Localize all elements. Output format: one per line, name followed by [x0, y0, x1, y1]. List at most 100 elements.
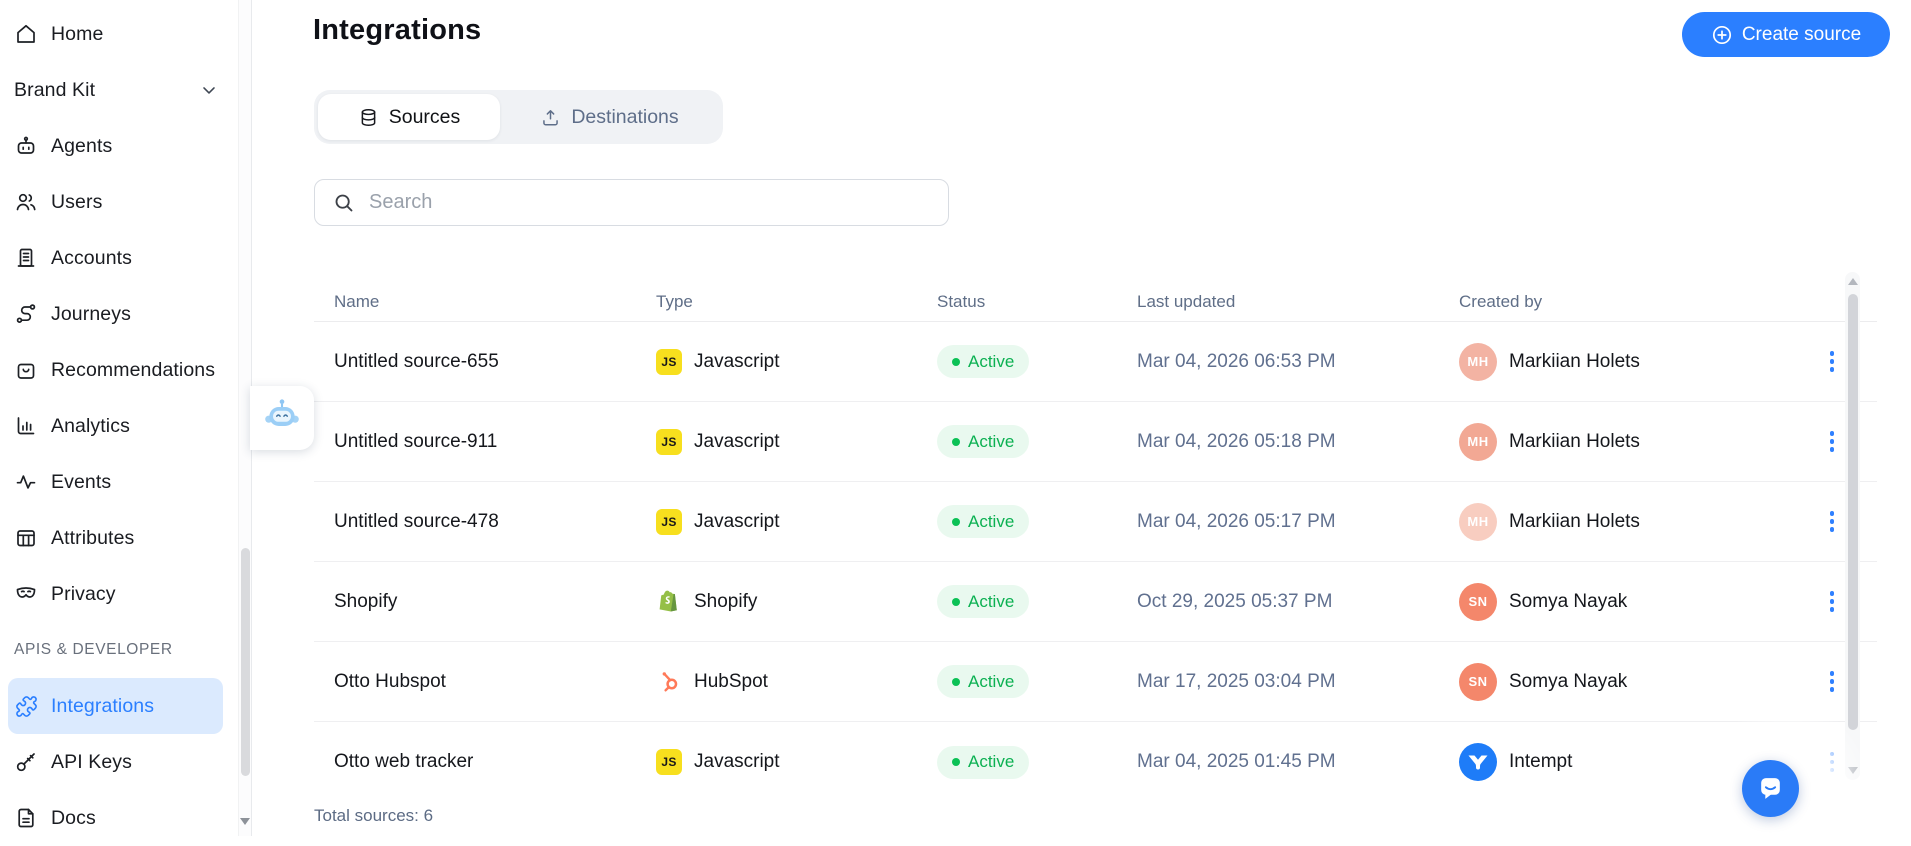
search-box: [314, 179, 949, 226]
sidebar-item-events[interactable]: Events: [8, 454, 223, 510]
assistant-widget-tab[interactable]: [250, 386, 314, 450]
status-badge: Active: [937, 505, 1030, 538]
source-type-label: Shopify: [694, 590, 758, 612]
sidebar-item-journeys[interactable]: Journeys: [8, 286, 223, 342]
table-row[interactable]: Shopify Shopify Active Oct 29, 2025 05:3…: [314, 562, 1877, 642]
column-header-type: Type: [656, 292, 693, 311]
source-type-label: Javascript: [694, 430, 780, 452]
hubspot-icon: [656, 670, 682, 694]
javascript-icon: JS: [656, 348, 682, 375]
sidebar-item-accounts[interactable]: Accounts: [8, 230, 223, 286]
search-input[interactable]: [369, 191, 948, 214]
status-badge: Active: [937, 745, 1030, 779]
sources-destinations-tabs: Sources Destinations: [314, 90, 723, 144]
row-menu-button[interactable]: [1824, 425, 1841, 458]
bar-chart-icon: [14, 414, 38, 438]
chat-launcher-button[interactable]: [1742, 760, 1799, 817]
sidebar-item-api-keys[interactable]: API Keys: [8, 734, 223, 790]
status-badge: Active: [937, 585, 1030, 618]
source-type-label: Javascript: [694, 751, 780, 772]
sidebar-item-label: Brand Kit: [14, 78, 96, 101]
last-updated: Mar 04, 2026 05:18 PM: [1137, 430, 1336, 452]
row-menu-button[interactable]: [1824, 585, 1841, 618]
status-dot-icon: [952, 758, 960, 766]
table-row[interactable]: Untitled source-911 JS Javascript Active…: [314, 402, 1877, 482]
source-name: Untitled source-478: [334, 510, 499, 532]
plus-circle-icon: [1711, 24, 1733, 46]
mask-icon: [14, 582, 38, 606]
created-by-name: Markiian Holets: [1509, 430, 1640, 452]
last-updated: Mar 04, 2025 01:45 PM: [1137, 751, 1336, 772]
created-by-name: Somya Nayak: [1509, 670, 1628, 692]
activity-icon: [14, 470, 38, 494]
sidebar-item-label: Attributes: [51, 526, 135, 549]
sidebar-scrollbar-thumb[interactable]: [241, 548, 250, 776]
sidebar-item-home[interactable]: Home: [8, 6, 223, 62]
search-icon: [333, 192, 355, 214]
sidebar-item-label: Privacy: [51, 582, 116, 605]
sidebar-item-attributes[interactable]: Attributes: [8, 510, 223, 566]
sidebar-item-privacy[interactable]: Privacy: [8, 566, 223, 622]
table-row[interactable]: Untitled source-655 JS Javascript Active…: [314, 322, 1877, 402]
source-name: Otto web tracker: [334, 751, 474, 772]
table-row[interactable]: Otto web tracker JS Javascript Active Ma…: [314, 722, 1877, 802]
integrations-page: { "app": { "accent_color": "#2B7FFF" }, …: [0, 0, 1911, 836]
sidebar-item-docs[interactable]: Docs: [8, 790, 223, 846]
content-scrollbar-thumb[interactable]: [1847, 294, 1858, 730]
chevron-down-icon: [199, 80, 219, 100]
sidebar-item-agents[interactable]: Agents: [8, 118, 223, 174]
sidebar-item-label: Journeys: [51, 302, 131, 325]
create-source-button[interactable]: Create source: [1682, 12, 1890, 57]
status-dot-icon: [952, 437, 960, 446]
avatar: SN: [1459, 582, 1497, 621]
total-sources-count: Total sources: 6: [314, 806, 434, 825]
tab-destinations[interactable]: Destinations: [500, 94, 719, 140]
robot-icon: [14, 134, 38, 158]
row-menu-button[interactable]: [1824, 665, 1841, 698]
status-dot-icon: [952, 517, 960, 526]
sidebar-item-recommendations[interactable]: Recommendations: [8, 342, 223, 398]
sidebar-item-integrations[interactable]: Integrations: [8, 678, 223, 734]
sidebar-item-label: Integrations: [51, 694, 155, 717]
table-row[interactable]: Untitled source-478 JS Javascript Active…: [314, 482, 1877, 562]
sidebar-scroll-down-arrow[interactable]: [240, 818, 250, 825]
building-icon: [14, 246, 38, 270]
shopping-bag-icon: [14, 358, 38, 382]
avatar: MH: [1459, 502, 1497, 541]
status-badge: Active: [937, 425, 1030, 458]
created-by-name: Somya Nayak: [1509, 590, 1628, 612]
last-updated: Mar 17, 2025 03:04 PM: [1137, 670, 1336, 692]
sidebar-item-label: Analytics: [51, 414, 130, 437]
source-type-label: Javascript: [694, 350, 780, 372]
row-menu-button[interactable]: [1824, 746, 1841, 779]
sidebar-item-label: API Keys: [51, 750, 132, 773]
avatar: MH: [1459, 342, 1497, 381]
created-by-name: Markiian Holets: [1509, 350, 1640, 372]
row-menu-button[interactable]: [1824, 505, 1841, 538]
sidebar-section-apis-developer: APIS & DEVELOPER: [14, 641, 173, 658]
created-by-name: Intempt: [1509, 751, 1573, 772]
content-scrollbar[interactable]: [1845, 272, 1860, 780]
sidebar-item-users[interactable]: Users: [8, 174, 223, 230]
sidebar-item-analytics[interactable]: Analytics: [8, 398, 223, 454]
status-badge: Active: [937, 665, 1030, 698]
source-name: Untitled source-655: [334, 350, 499, 372]
sidebar-item-label: Agents: [51, 134, 113, 157]
sidebar-item-brand-kit[interactable]: Brand Kit: [8, 62, 223, 118]
sources-table: Name Type Status Last updated Created by…: [314, 283, 1877, 802]
table-row[interactable]: Otto Hubspot HubSpot Active Mar 17, 2025…: [314, 642, 1877, 722]
intempt-logo: [1459, 743, 1497, 781]
row-menu-button[interactable]: [1824, 345, 1841, 378]
scroll-up-arrow[interactable]: [1847, 278, 1858, 285]
upload-tray-icon: [540, 107, 561, 128]
sidebar-item-label: Users: [51, 190, 103, 213]
table-header-row: Name Type Status Last updated Created by: [314, 283, 1877, 322]
tab-sources[interactable]: Sources: [318, 94, 500, 140]
sidebar-item-label: Recommendations: [51, 358, 216, 381]
scroll-down-arrow[interactable]: [1847, 767, 1858, 774]
source-type-label: Javascript: [694, 510, 780, 532]
main-content: Integrations Create source Sources Desti…: [252, 0, 1911, 836]
last-updated: Mar 04, 2026 05:17 PM: [1137, 510, 1336, 532]
journeys-icon: [14, 302, 38, 326]
javascript-icon: JS: [656, 749, 682, 775]
